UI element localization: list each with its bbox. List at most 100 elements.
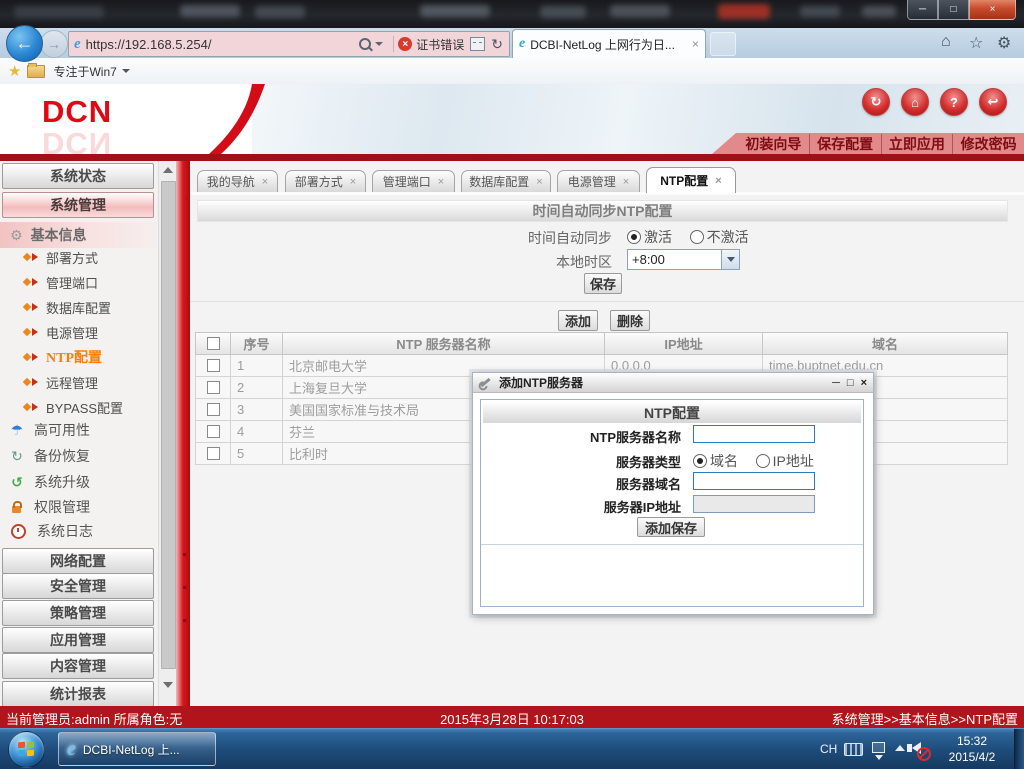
tab-close-icon[interactable]: ×	[262, 176, 268, 188]
row-checkbox[interactable]	[206, 425, 220, 438]
logout-circle-icon[interactable]: ↩	[979, 88, 1007, 116]
sidebar-item-database-config[interactable]: 数据库配置	[0, 295, 158, 319]
chevron-down-icon[interactable]	[121, 69, 130, 73]
row-checkbox[interactable]	[206, 381, 220, 394]
sidebar-item-mgmt-port[interactable]: 管理端口	[0, 270, 158, 294]
row-checkbox[interactable]	[206, 359, 220, 372]
row-checkbox[interactable]	[206, 403, 220, 416]
tab-database-config[interactable]: 数据库配置 ×	[461, 170, 551, 192]
sidebar-item-power-mgmt[interactable]: 电源管理	[0, 320, 158, 344]
address-bar[interactable]: e https://192.168.5.254/ × 证书错误 ↻	[68, 31, 510, 57]
dialog-minimize-icon[interactable]: ─	[832, 377, 840, 389]
tab-power-mgmt[interactable]: 电源管理 ×	[557, 170, 640, 192]
language-indicator[interactable]: CH	[820, 742, 837, 756]
timezone-select[interactable]: +8:00	[627, 249, 740, 270]
refresh-icon[interactable]: ↻	[491, 36, 503, 53]
save-button[interactable]: 保存	[584, 273, 622, 294]
tray-window-icon[interactable]	[872, 742, 885, 753]
taskbar-ie-button[interactable]: e DCBI-NetLog 上...	[58, 732, 216, 766]
server-name-input[interactable]	[693, 425, 815, 443]
help-circle-icon[interactable]: ?	[940, 88, 968, 116]
start-button[interactable]	[8, 731, 45, 768]
certificate-error-label[interactable]: 证书错误	[416, 36, 464, 53]
maximize-button[interactable]: □	[938, 0, 969, 20]
add-favorite-icon[interactable]: ★	[8, 62, 21, 80]
sidebar-item-system-log[interactable]: 系统日志	[0, 519, 158, 543]
sidebar-item-deploy-mode[interactable]: 部署方式	[0, 245, 158, 269]
add-save-button[interactable]: 添加保存	[637, 517, 705, 537]
tab-ntp-config[interactable]: NTP配置 ×	[646, 167, 736, 193]
close-button[interactable]: ×	[969, 0, 1016, 20]
select-dropdown-button[interactable]	[721, 250, 739, 269]
sidebar-item-permission-mgmt[interactable]: 权限管理	[0, 495, 158, 519]
compatibility-view-icon[interactable]	[470, 37, 486, 51]
server-type-label: 服务器类型	[615, 455, 681, 470]
row-checkbox[interactable]	[206, 447, 220, 460]
sidebar-item-backup-restore[interactable]: ↻ 备份恢复	[0, 444, 158, 468]
search-dropdown-icon[interactable]	[375, 42, 384, 46]
sidebar-item-app-mgmt[interactable]: 应用管理	[2, 627, 154, 653]
favorites-folder-label[interactable]: 专注于Win7	[53, 63, 116, 80]
delete-button[interactable]: 删除	[610, 310, 650, 331]
select-all-checkbox[interactable]	[206, 337, 220, 350]
server-domain-input[interactable]	[693, 472, 815, 490]
home-icon[interactable]: ⌂	[941, 33, 951, 51]
apply-now-button[interactable]: 立即应用	[880, 133, 953, 154]
show-desktop-button[interactable]	[1014, 729, 1024, 769]
sidebar-item-content-mgmt[interactable]: 内容管理	[2, 653, 154, 679]
sidebar-item-system-status[interactable]: 系统状态	[2, 163, 154, 189]
scrollbar-thumb[interactable]	[161, 181, 176, 669]
tab-deploy-mode[interactable]: 部署方式 ×	[285, 170, 366, 192]
radio-disable[interactable]	[689, 230, 704, 244]
radio-ip[interactable]	[755, 454, 770, 468]
sidebar-item-policy-mgmt[interactable]: 策略管理	[2, 600, 154, 626]
tab-close-icon[interactable]: ×	[536, 176, 542, 188]
show-hidden-icons-icon[interactable]	[895, 745, 905, 751]
scroll-up-icon[interactable]	[163, 167, 173, 173]
tab-close-icon[interactable]: ×	[438, 176, 444, 188]
setup-wizard-button[interactable]: 初装向导	[738, 134, 809, 154]
dialog-maximize-icon[interactable]: □	[847, 377, 854, 389]
forward-button[interactable]: →	[40, 30, 68, 58]
folder-icon[interactable]	[27, 62, 46, 78]
sidebar-scrollbar[interactable]	[158, 161, 176, 706]
tab-close-icon[interactable]: ×	[623, 176, 629, 188]
change-password-button[interactable]: 修改密码	[952, 133, 1024, 154]
browser-tab[interactable]: e DCBI-NetLog 上网行为日... ×	[512, 29, 706, 58]
tab-my-nav[interactable]: 我的导航 ×	[197, 170, 278, 192]
url-text[interactable]: https://192.168.5.254/	[86, 37, 212, 52]
tray-chevron-down-icon[interactable]	[875, 755, 883, 760]
settings-gear-icon[interactable]: ⚙	[997, 33, 1011, 53]
new-tab-button[interactable]	[710, 32, 736, 56]
tab-mgmt-port[interactable]: 管理端口 ×	[372, 170, 455, 192]
sidebar-item-security-mgmt[interactable]: 安全管理	[2, 573, 154, 599]
certificate-error-icon[interactable]: ×	[398, 37, 413, 51]
sidebar-item-system-mgmt[interactable]: 系统管理	[2, 192, 154, 218]
home-circle-icon[interactable]: ⌂	[901, 88, 929, 116]
favorites-star-icon[interactable]: ☆	[969, 33, 983, 53]
sidebar-item-ntp-config[interactable]: NTP配置	[0, 345, 158, 369]
taskbar-clock[interactable]: 15:32 2015/4/2	[938, 733, 1006, 765]
search-icon[interactable]	[359, 38, 372, 50]
tab-close-icon[interactable]: ×	[692, 37, 699, 51]
radio-domain[interactable]	[693, 454, 707, 468]
sidebar-item-statistics-report[interactable]: 统计报表	[2, 681, 154, 706]
sidebar-item-remote-mgmt[interactable]: 远程管理	[0, 370, 158, 394]
tab-close-icon[interactable]: ×	[715, 175, 721, 187]
tab-close-icon[interactable]: ×	[350, 176, 356, 188]
save-config-button[interactable]: 保存配置	[808, 133, 881, 154]
back-button[interactable]: ←	[6, 25, 43, 62]
sidebar-item-bypass-config[interactable]: BYPASS配置	[0, 395, 158, 419]
dialog-close-icon[interactable]: ×	[861, 377, 867, 389]
minimize-button[interactable]: ─	[907, 0, 938, 20]
sidebar-item-network-config[interactable]: 网络配置	[2, 548, 154, 574]
dialog-titlebar[interactable]: 添加NTP服务器 ─ □ ×	[473, 373, 873, 393]
keyboard-icon[interactable]	[844, 743, 863, 756]
add-button[interactable]: 添加	[558, 310, 598, 331]
clock-time: 15:32	[956, 734, 988, 748]
sync-circle-icon[interactable]: ↻	[862, 88, 890, 116]
sidebar-item-system-upgrade[interactable]: ↺ 系统升级	[0, 470, 158, 494]
scroll-down-icon[interactable]	[163, 682, 173, 688]
radio-enable[interactable]	[627, 230, 641, 244]
sidebar-item-high-availability[interactable]: ☂ 高可用性	[0, 418, 158, 442]
